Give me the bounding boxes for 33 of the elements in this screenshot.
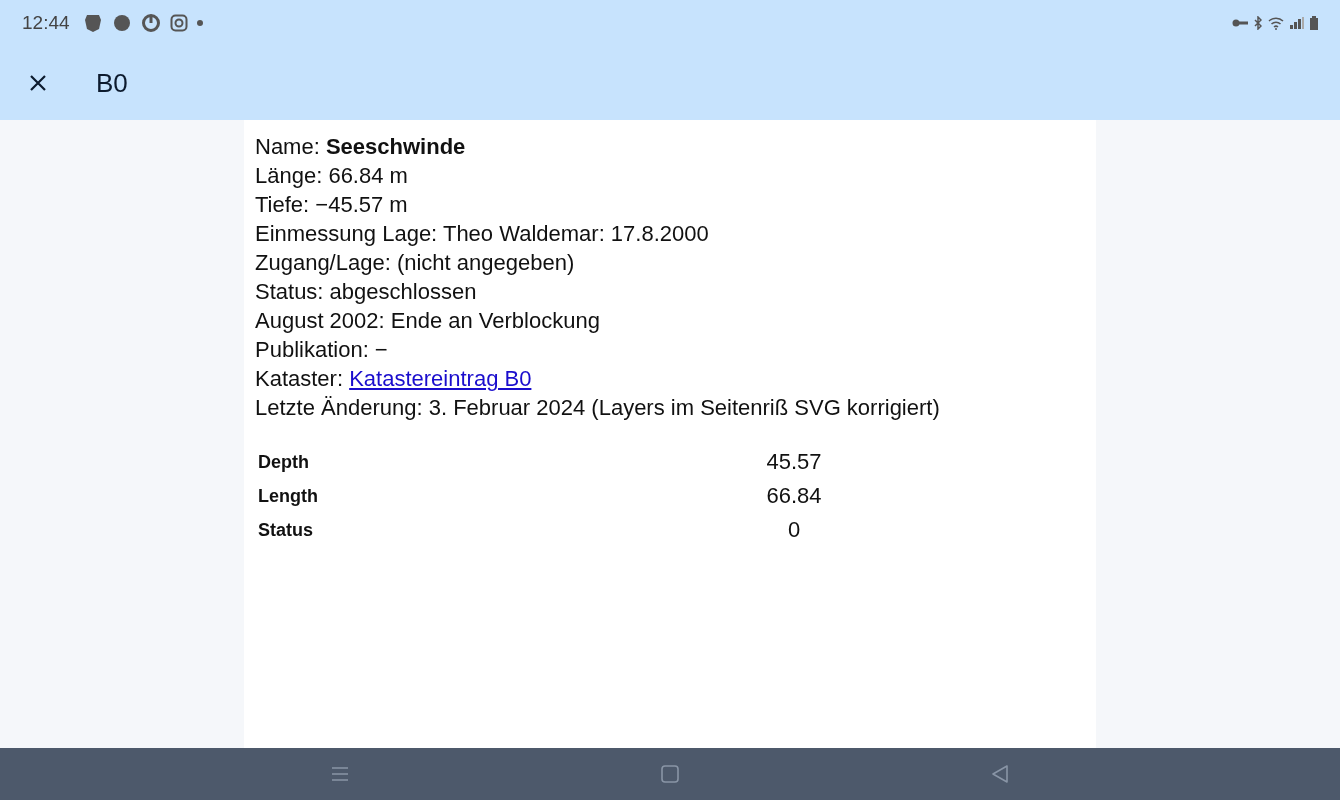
info-line: Zugang/Lage: (nicht angegeben) <box>255 249 576 277</box>
info-line: August 2002: Ende an Verblockung <box>255 307 601 335</box>
status-time: 12:44 <box>22 12 70 34</box>
table-label: Depth <box>257 450 310 474</box>
camera-app-icon <box>169 14 188 32</box>
info-line: Status: abgeschlossen <box>255 278 478 306</box>
timer-icon <box>140 13 161 33</box>
battery-icon <box>1310 16 1318 30</box>
back-icon[interactable] <box>991 765 1009 783</box>
menu-icon[interactable] <box>331 766 349 782</box>
info-label: Kataster: <box>255 366 344 391</box>
key-icon <box>1232 18 1248 28</box>
info-line: Tiefe: −45.57 m <box>255 191 409 219</box>
close-button[interactable] <box>28 73 48 93</box>
dot-icon <box>196 20 203 26</box>
info-line: Länge: 66.84 m <box>255 162 409 190</box>
table-label: Status <box>257 518 314 542</box>
bluetooth-icon <box>1254 16 1262 30</box>
table-value: 0 <box>786 516 802 544</box>
table-value: 45.57 <box>765 448 823 476</box>
cadastre-link[interactable]: Katastereintrag B0 <box>349 366 532 391</box>
page-title: B0 <box>96 67 128 99</box>
signal-icon <box>1290 17 1304 29</box>
shield-app-icon <box>82 13 103 33</box>
info-line: Publikation: − <box>255 336 389 364</box>
chat-bubble-icon <box>111 13 132 33</box>
info-line: Name: Seeschwinde <box>255 133 467 161</box>
table-value: 66.84 <box>765 482 823 510</box>
wifi-icon <box>1268 16 1284 30</box>
info-line: Einmessung Lage: Theo Waldemar: 17.8.2000 <box>255 220 710 248</box>
home-icon[interactable] <box>661 765 679 783</box>
table-label: Length <box>257 484 319 508</box>
info-line: Letzte Änderung: 3. Februar 2024 (Layers im Seitenriß SVG korrigiert) <box>255 394 941 422</box>
